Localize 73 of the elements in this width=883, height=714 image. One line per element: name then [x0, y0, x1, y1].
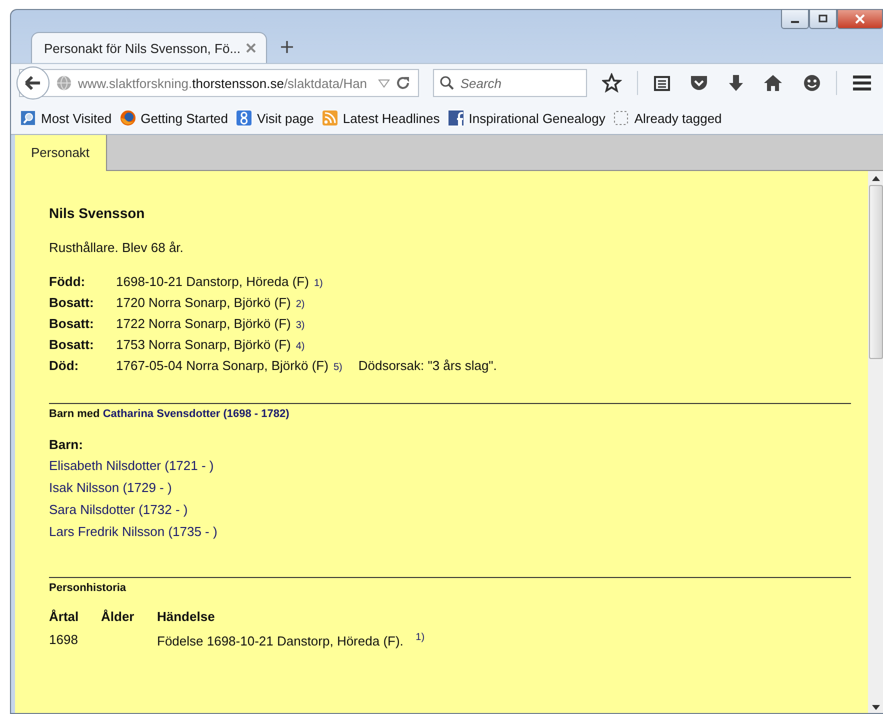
footnote-link[interactable]: 5): [333, 362, 342, 373]
scrollbar[interactable]: [868, 171, 883, 713]
event-text: 1698-10-21 Danstorp, Höreda (F): [116, 274, 309, 289]
event-text: 1767-05-04 Norra Sonarp, Björkö (F): [116, 358, 328, 373]
bookmark-item[interactable]: Getting Started: [120, 110, 228, 126]
column-header: Händelse: [157, 609, 216, 624]
scrollbar-thumb[interactable]: [868, 185, 882, 359]
event-text: 1722 Norra Sonarp, Björkö (F): [116, 316, 291, 331]
close-icon: [854, 14, 866, 24]
star-icon[interactable]: [602, 73, 622, 93]
maximize-icon: [818, 14, 828, 24]
scroll-down-icon[interactable]: [872, 705, 880, 710]
table-cell-text: 1698: [49, 632, 79, 648]
close-tab-icon[interactable]: [246, 43, 256, 53]
page-tab[interactable]: Personakt: [15, 135, 107, 171]
figure-eight-icon: [236, 110, 252, 126]
partner-link[interactable]: Catharina Svensdotter (1698 - 1782): [102, 408, 290, 420]
section-heading: Personhistoria: [49, 582, 126, 594]
pocket-icon[interactable]: [688, 74, 708, 92]
url-text: www.slaktforskning.thorstensson.se/slaktdata/Han: [78, 76, 368, 90]
bookmark-item[interactable]: Inspirational Genealogy: [448, 110, 606, 126]
column-header: Årtal: [49, 609, 80, 624]
person-summary: Rusthållare. Blev 68 år.: [49, 240, 184, 255]
facebook-icon: [448, 110, 464, 126]
reload-icon[interactable]: [396, 76, 410, 90]
event-label: Född:: [49, 274, 86, 289]
download-icon[interactable]: [727, 74, 744, 92]
footnote-link[interactable]: 2): [296, 299, 305, 310]
search-field[interactable]: Search: [433, 69, 588, 97]
back-icon[interactable]: [16, 66, 50, 100]
footnote-link[interactable]: 4): [296, 341, 305, 352]
minimize-icon: [791, 20, 799, 22]
menu-icon[interactable]: [852, 74, 872, 92]
home-icon[interactable]: [763, 74, 783, 92]
smiley-icon[interactable]: [802, 73, 821, 93]
rss-icon: [322, 110, 338, 126]
death-cause: Dödsorsak: "3 års slag".: [358, 358, 497, 373]
search-icon: [440, 76, 454, 90]
child-link[interactable]: Elisabeth Nilsdotter (1721 - ): [49, 458, 214, 473]
globe-icon: [56, 75, 72, 91]
event-label: Död:: [49, 358, 80, 373]
child-link[interactable]: Isak Nilsson (1729 - ): [49, 480, 172, 495]
child-link[interactable]: Sara Nilsdotter (1732 - ): [49, 502, 188, 517]
footnote-link[interactable]: 1): [314, 278, 323, 289]
children-label: Barn:: [49, 437, 84, 452]
bookmark-item[interactable]: Visit page: [236, 110, 314, 126]
bookmark-item[interactable]: Already tagged: [613, 110, 722, 126]
footnote-link[interactable]: 3): [296, 320, 305, 331]
event-label: Bosatt:: [49, 316, 95, 331]
dropdown-icon[interactable]: [378, 78, 390, 88]
child-link[interactable]: Lars Fredrik Nilsson (1735 - ): [49, 524, 218, 539]
scroll-up-icon[interactable]: [872, 176, 880, 181]
bookmark-item[interactable]: Latest Headlines: [322, 110, 440, 126]
footnote-link[interactable]: 1): [416, 632, 425, 643]
event-label: Bosatt:: [49, 337, 95, 352]
bookmark-item[interactable]: Most Visited: [20, 110, 112, 126]
event-text: 1753 Norra Sonarp, Björkö (F): [116, 337, 291, 352]
close-button[interactable]: [837, 10, 883, 29]
globe-fox-icon: [120, 110, 136, 126]
section-heading: Barn med: [49, 408, 100, 420]
new-tab-icon[interactable]: [281, 41, 293, 53]
folder-search-icon: [20, 110, 36, 126]
column-header: Ålder: [101, 609, 136, 624]
reading-list-icon[interactable]: [652, 74, 670, 92]
table-cell: Födelse 1698-10-21 Danstorp, Höreda (F).: [157, 633, 404, 648]
browser-tab[interactable]: Personakt för Nils Svensson, Fö...: [31, 32, 267, 63]
person-name: Nils Svensson: [49, 205, 146, 221]
blank-page-icon: [613, 110, 630, 126]
event-text: 1720 Norra Sonarp, Björkö (F): [116, 295, 291, 310]
event-label: Bosatt:: [49, 295, 95, 310]
maximize-button[interactable]: [809, 10, 837, 29]
address-bar[interactable]: www.slaktforskning.thorstensson.se/slaktdata/Han: [19, 69, 420, 97]
minimize-button[interactable]: [781, 10, 809, 29]
